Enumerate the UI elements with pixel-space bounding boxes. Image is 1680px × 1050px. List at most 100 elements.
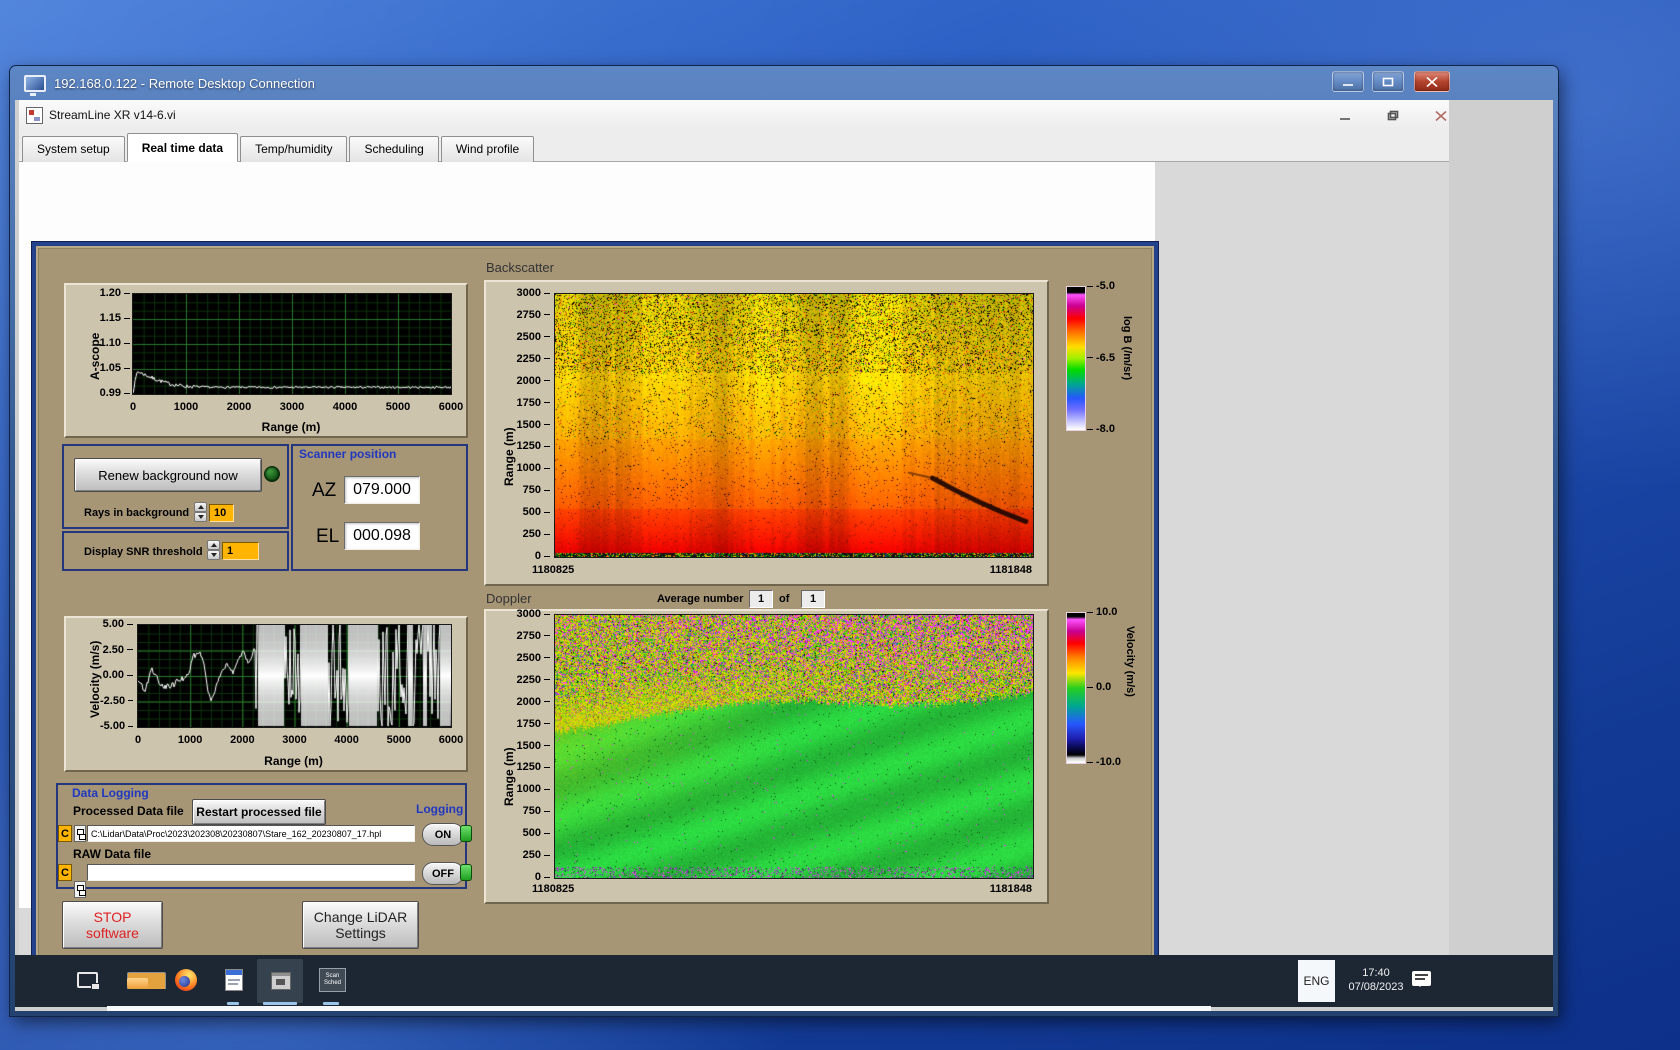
rdp-window-title: 192.168.0.122 - Remote Desktop Connectio… (54, 75, 315, 91)
backscatter-colorbar (1066, 286, 1086, 431)
tick-label: 5.00 (102, 618, 124, 630)
file-explorer-icon[interactable] (127, 972, 166, 989)
tick-label: 1750 (516, 396, 541, 409)
average-total-field[interactable]: 1 (801, 590, 825, 608)
tab-wind-profile[interactable]: Wind profile (440, 136, 535, 162)
spinner-up-icon[interactable] (194, 502, 207, 512)
tick-label: 2750 (516, 308, 541, 321)
processed-logging-toggle[interactable]: ON (422, 823, 464, 846)
change-lidar-settings-button[interactable]: Change LiDAR Settings (302, 901, 419, 949)
scan-scheduler-icon[interactable]: Scan Sched (319, 968, 346, 992)
snr-value-field[interactable]: 1 (222, 542, 259, 560)
tick-label: 2000 (226, 401, 252, 413)
tick-label: 3000 (279, 401, 305, 413)
backscatter-y-axis-label: Range (m) (502, 427, 516, 486)
spinner-down-icon[interactable] (207, 550, 220, 560)
processed-drive-letter[interactable]: C (58, 825, 72, 842)
tick-label: 6000 (438, 401, 464, 413)
snr-threshold-label: Display SNR threshold (84, 546, 203, 558)
app-minimize-button[interactable] (1334, 107, 1356, 124)
tab-page: A-scope 1.20 1.15 1.10 1.05 0.99 0 1000 2000 30… (19, 162, 1159, 966)
rays-spinner[interactable] (194, 502, 207, 522)
running-indicator (263, 1002, 297, 1005)
rdp-titlebar[interactable]: 192.168.0.122 - Remote Desktop Connectio… (10, 66, 1558, 100)
running-indicator (323, 1002, 339, 1005)
stop-button-line1: STOP (93, 909, 132, 925)
raw-path-field[interactable] (87, 864, 415, 881)
tab-system-setup[interactable]: System setup (22, 136, 125, 162)
streamline-window: StreamLine XR v14-6.vi System setup Real… (19, 100, 1452, 966)
taskbar-clock[interactable]: 17:40 07/08/2023 (1340, 966, 1412, 994)
rdp-close-button[interactable] (1414, 71, 1450, 92)
tick-label: 1250 (516, 761, 541, 774)
raw-logging-toggle[interactable]: OFF (422, 862, 464, 885)
processed-data-file-label: Processed Data file (73, 804, 184, 818)
tick-label: 250 (522, 849, 541, 862)
snr-spinner[interactable] (207, 540, 220, 560)
tick-label: 500 (522, 506, 541, 519)
tick-label: 4000 (332, 401, 358, 413)
tick-label: 2750 (516, 629, 541, 642)
tick-label: 2000 (516, 695, 541, 708)
close-icon (1435, 110, 1447, 121)
processed-browse-button[interactable] (74, 825, 86, 842)
velocity-plot (137, 624, 452, 728)
tick-label: 5000 (386, 734, 412, 746)
tick-label: 3000 (516, 608, 541, 620)
streamline-app-icon[interactable] (271, 972, 291, 990)
tick-label: 2500 (516, 330, 541, 343)
tick-label: 1500 (516, 739, 541, 752)
spinner-up-icon[interactable] (207, 540, 220, 550)
raw-drive-letter[interactable]: C (58, 864, 72, 881)
remote-desktop-session: StreamLine XR v14-6.vi System setup Real… (15, 100, 1553, 1011)
tick-label: 500 (522, 827, 541, 840)
ascope-plot (132, 293, 452, 395)
task-view-icon[interactable] (77, 972, 100, 990)
tick-label: 2.50 (102, 643, 124, 656)
ascope-x-axis-label: Range (m) (261, 420, 321, 434)
tick-label: -5.0 (1096, 280, 1115, 292)
app-titlebar[interactable]: StreamLine XR v14-6.vi (19, 100, 1449, 131)
change-button-line1: Change LiDAR (313, 909, 408, 925)
app-close-button[interactable] (1430, 107, 1452, 124)
tick-label: 1000 (173, 401, 199, 413)
spinner-down-icon[interactable] (194, 512, 207, 522)
rdp-maximize-button[interactable] (1372, 71, 1404, 92)
language-indicator[interactable]: ENG (1298, 960, 1335, 1002)
doppler-x-end-label: 1181848 (989, 883, 1032, 895)
firefox-icon[interactable] (175, 969, 197, 991)
close-icon (1426, 76, 1438, 87)
app-restore-button[interactable] (1382, 107, 1404, 124)
tick-label: 0 (129, 401, 137, 413)
realtime-panel: A-scope 1.20 1.15 1.10 1.05 0.99 0 1000 2000 30… (31, 241, 1159, 966)
tab-scheduling[interactable]: Scheduling (349, 136, 439, 162)
tick-label: 0.0 (1096, 681, 1112, 693)
restart-processed-file-button[interactable]: Restart processed file (192, 799, 326, 825)
tab-real-time-data[interactable]: Real time data (126, 133, 239, 162)
notification-icon[interactable] (1412, 971, 1431, 987)
tab-temp-humidity[interactable]: Temp/humidity (240, 136, 348, 162)
processed-path-field[interactable]: C:\Lidar\Data\Proc\2023\202308\20230807\… (87, 825, 415, 842)
stop-software-button[interactable]: STOP software (62, 901, 163, 949)
document-app-icon[interactable] (225, 969, 243, 991)
tick-label: 1750 (516, 717, 541, 730)
rdp-minimize-button[interactable] (1332, 71, 1364, 92)
backscatter-heatmap (554, 293, 1034, 558)
scanner-position-title: Scanner position (299, 447, 397, 461)
velocity-x-axis: 0 1000 2000 3000 4000 5000 6000 (135, 734, 463, 746)
backscatter-x-end-label: 1181848 (989, 564, 1032, 576)
raw-browse-button[interactable] (74, 881, 86, 898)
data-logging-title: Data Logging (72, 786, 149, 800)
tick-label: 1.10 (99, 337, 121, 349)
tick-label: 2250 (516, 673, 541, 686)
velocity-x-axis-label: Range (m) (264, 754, 323, 768)
tick-label: 250 (522, 528, 541, 541)
tick-label: 1000 (516, 783, 541, 796)
doppler-y-axis-label: Range (m) (502, 747, 516, 806)
rays-value-field[interactable]: 10 (209, 504, 234, 522)
tick-label: 4000 (334, 734, 359, 746)
azimuth-display: 079.000 (344, 476, 420, 504)
tick-label: 5000 (385, 401, 411, 413)
renew-background-button[interactable]: Renew background now (74, 458, 262, 492)
average-number-field[interactable]: 1 (749, 590, 773, 608)
